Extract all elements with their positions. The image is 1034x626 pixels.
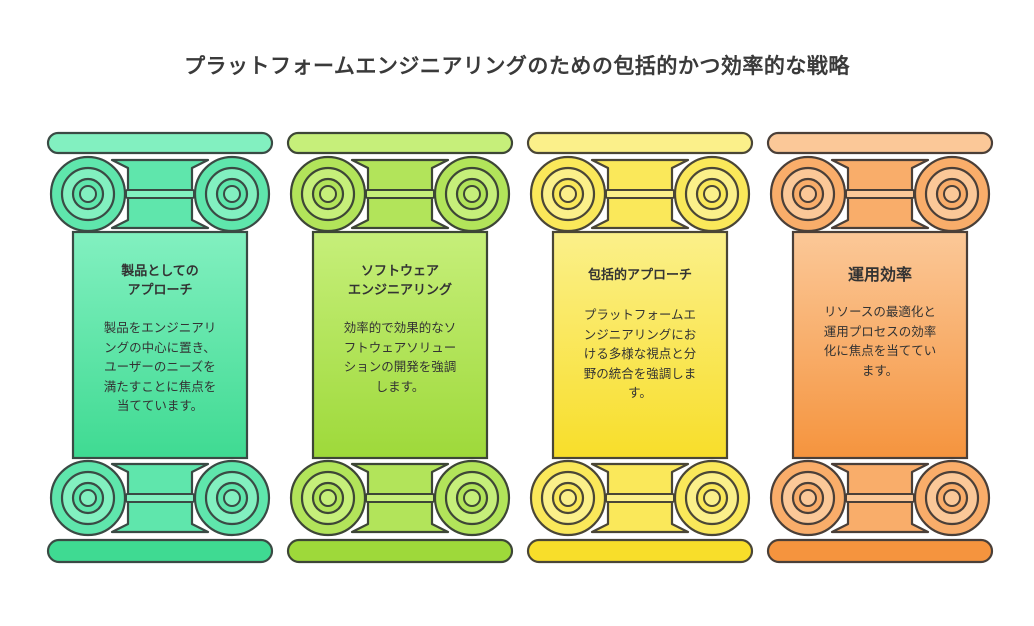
pillar-2-band-bottom [365,493,435,503]
pillar-1-heading-line: 製品としての [121,264,199,279]
pillar-4-description-line: 運用プロセスの効率 [823,323,937,339]
pillar-1-volute-core-top-0 [79,185,97,203]
pillar-3-description-line: ける多様な視点と分 [583,346,697,361]
pillar-2-heading: ソフトウェア エンジニアリング [316,262,484,300]
pillar-3-description-line: 野の統合を強調しま [583,365,697,381]
pillar-4-bottom-bar [766,538,994,564]
pillar-1-volute-core-bottom-0 [79,489,97,507]
pillar-3-volute-core-bottom-0 [559,489,577,507]
pillar-1-top-bar [46,131,274,155]
pillar-2-graphic [286,131,514,564]
pillar-1-volute-core-top-1 [223,185,241,203]
pillar-4-heading: 運用効率 [796,264,964,286]
pillar-3-volute-core-top-1 [703,185,721,203]
pillar-2-heading-line: エンジニアリング [347,283,452,298]
pillar-3-description-line: プラットフォームエ [583,307,697,322]
pillar-1-heading-line: アプローチ [127,283,193,298]
pillar-4: 運用効率リソースの最適化と 運用プロセスの効率 化に焦点を当ててい ます。 [760,0,1000,626]
pillar-4-band-top [845,189,915,199]
pillar-1-band-top [125,189,195,199]
pillar-4-band-bottom [845,493,915,503]
pillar-4-top-bar [766,131,994,155]
pillar-4-volute-core-top-0 [799,185,817,203]
pillar-2-volute-core-bottom-0 [319,489,337,507]
pillar-2-description: 効率的で効果的なソ フトウェアソリュー ションの開発を強調 します。 [324,318,476,396]
pillar-4-description: リソースの最適化と 運用プロセスの効率 化に焦点を当ててい ます。 [804,302,956,380]
pillar-2-band-top [365,189,435,199]
pillar-3-top-bar [526,131,754,155]
pillar-1-bottom-bar [46,538,274,564]
pillar-1-description: 製品をエンジニアリ ングの中心に置き、 ユーザーのニーズを 満たすことに焦点を 当ててい… [84,318,236,416]
pillar-3-heading: 包括的アプローチ [556,266,724,285]
pillar-2-volute-core-bottom-1 [463,489,481,507]
pillar-2-volute-core-top-1 [463,185,481,203]
pillar-4-heading-line: 運用効率 [847,265,912,284]
pillar-2-heading-line: ソフトウェア [360,264,439,279]
pillar-4-description-line: リソースの最適化と [824,304,936,319]
pillar-1-volute-core-bottom-1 [223,489,241,507]
pillar-1-description-line: ユーザーのニーズを [104,359,216,374]
pillar-2: ソフトウェア エンジニアリング 効率的で効果的なソ フトウェアソリュー ションの開発を強… [280,0,520,626]
pillar-2-top-bar [286,131,514,155]
pillar-2-description-line: フトウェアソリュー [343,339,457,355]
pillar-4-volute-core-bottom-1 [943,489,961,507]
pillar-1-description-line: 当てています。 [116,398,204,413]
pillar-1-heading: 製品としての アプローチ [76,262,244,300]
pillar-3-band-top [605,189,675,199]
pillar-1-description-line: ングの中心に置き、 [104,339,216,355]
pillar-1: 製品としての アプローチ製品をエンジニアリ ングの中心に置き、 ユーザーのニーズを 満た… [40,0,280,626]
pillar-2-description-line: ションの開発を強調 [343,359,457,374]
pillar-3-description-line: ンジニアリングにお [583,326,697,342]
pillar-3-bottom-bar [526,538,754,564]
pillar-2-bottom-bar [286,538,514,564]
pillar-2-description-line: します。 [375,378,425,394]
pillar-3-heading-line: 包括的アプローチ [587,268,692,283]
pillar-3-band-bottom [605,493,675,503]
pillar-4-description-line: 化に焦点を当ててい [823,343,937,358]
pillar-1-band-bottom [125,493,195,503]
pillar-3-volute-core-bottom-1 [703,489,721,507]
pillar-2-description-line: 効率的で効果的なソ [343,320,457,335]
pillar-4-volute-core-top-1 [943,185,961,203]
pillar-2-volute-core-top-0 [319,185,337,203]
pillar-3-description: プラットフォームエ ンジニアリングにお ける多様な視点と分 野の統合を強調しま す。 [564,305,716,403]
pillar-4-volute-core-bottom-0 [799,489,817,507]
pillar-3: 包括的アプローチ プラットフォームエ ンジニアリングにお ける多様な視点と分 野の統合を… [520,0,760,626]
pillar-4-description-line: ます。 [861,362,899,378]
pillar-3-description-line: す。 [628,385,652,400]
pillar-1-description-line: 満たすことに焦点を [103,378,217,394]
pillar-1-graphic [46,131,274,564]
pillar-3-volute-core-top-0 [559,185,577,203]
pillar-1-description-line: 製品をエンジニアリ [103,320,217,335]
